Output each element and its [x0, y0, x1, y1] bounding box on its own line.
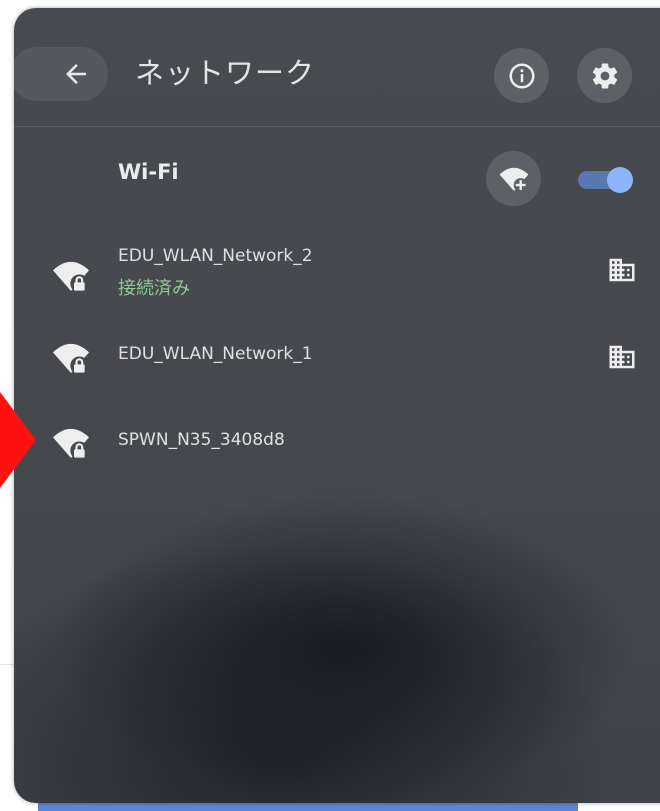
page-title: ネットワーク	[135, 56, 316, 90]
network-item-3[interactable]: SPWN_N35_3408d8	[14, 406, 660, 478]
wifi-lock-icon	[53, 428, 89, 460]
wifi-lock-icon	[53, 343, 89, 375]
network-name: EDU_WLAN_Network_2	[118, 246, 313, 266]
network-name: EDU_WLAN_Network_1	[118, 344, 313, 364]
gear-icon	[592, 62, 617, 88]
network-item-1[interactable]: EDU_WLAN_Network_2 接続済み	[14, 234, 660, 306]
add-wifi-button[interactable]	[486, 151, 541, 206]
back-button[interactable]	[52, 50, 100, 98]
toggle-knob	[607, 167, 633, 193]
wifi-toggle[interactable]	[578, 167, 634, 193]
arrow-left-icon	[66, 64, 86, 84]
settings-button[interactable]	[577, 48, 632, 103]
info-button[interactable]	[494, 48, 549, 103]
building-icon	[609, 345, 635, 369]
wifi-section-title: Wi-Fi	[118, 160, 179, 184]
screen: ネットワーク Wi-Fi EDU_WLAN_Network_2 接続済み EDU…	[0, 0, 660, 811]
network-item-2[interactable]: EDU_WLAN_Network_1	[14, 320, 660, 392]
network-connection-status: 接続済み	[118, 278, 190, 299]
building-icon	[609, 258, 635, 282]
network-name: SPWN_N35_3408d8	[118, 430, 285, 450]
wifi-add-icon	[499, 167, 528, 192]
panel-header: ネットワーク	[14, 8, 660, 127]
network-panel: ネットワーク Wi-Fi EDU_WLAN_Network_2 接続済み EDU…	[14, 8, 660, 803]
wifi-lock-icon	[53, 261, 89, 293]
red-arrow-marker	[0, 392, 36, 488]
info-icon	[509, 63, 534, 88]
